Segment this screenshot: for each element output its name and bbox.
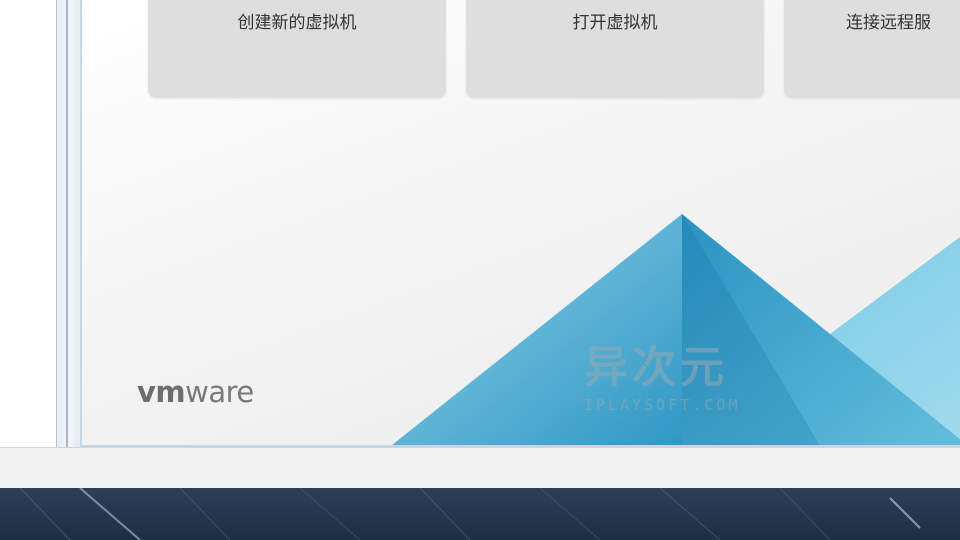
library-panel[interactable] — [0, 0, 57, 447]
splitter-line — [66, 0, 68, 452]
front-mountain-left-face — [392, 214, 682, 445]
panel-splitter[interactable] — [57, 0, 79, 455]
vmware-logo: vmware — [137, 375, 254, 409]
status-bar — [0, 447, 960, 489]
desktop-background — [0, 488, 960, 540]
home-tab-pane: 创建新的虚拟机 打开虚拟机 连接远程服 vmware — [80, 0, 960, 447]
